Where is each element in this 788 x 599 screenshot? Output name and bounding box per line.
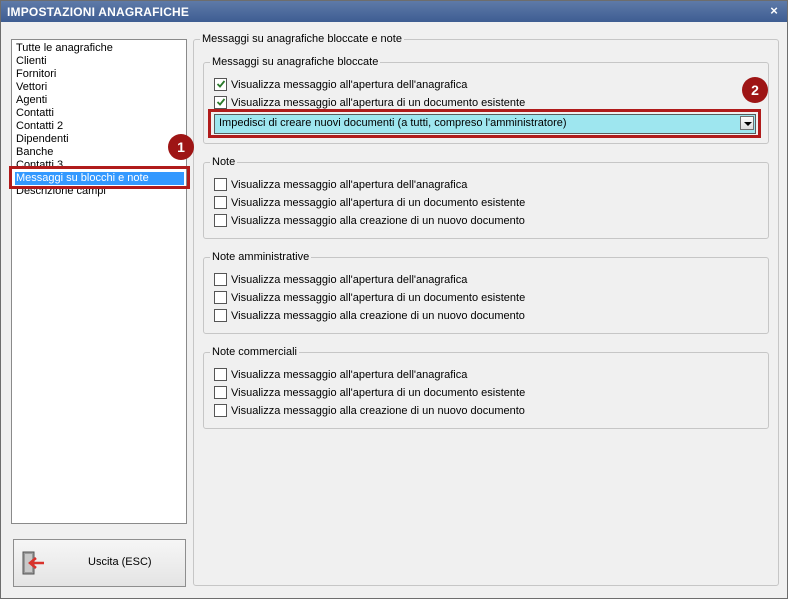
checkbox-box[interactable] [214, 386, 227, 399]
checkbox-label: Visualizza messaggio all'apertura di un … [231, 197, 526, 209]
checkmark-icon [216, 98, 226, 106]
annotation-badge-1: 1 [168, 134, 194, 160]
annotation-highlight-1 [9, 166, 190, 189]
checkbox-label: Visualizza messaggio all'apertura dell'a… [231, 79, 468, 91]
checkbox-box[interactable] [214, 309, 227, 322]
checkbox-label: Visualizza messaggio all'apertura dell'a… [231, 274, 468, 286]
category-list[interactable]: Tutte le anagrafiche Clienti Fornitori V… [11, 39, 187, 524]
commercial-notes-group-title: Note commerciali [210, 345, 299, 359]
note-group-title: Note [210, 155, 238, 169]
exit-button-label: Uscita (ESC) [88, 556, 152, 568]
admin-notes-group-title: Note amministrative [210, 250, 312, 264]
checkbox-label: Visualizza messaggio alla creazione di u… [231, 310, 525, 322]
list-item-banche[interactable]: Banche [16, 146, 53, 159]
list-item-fornitori[interactable]: Fornitori [16, 68, 56, 81]
checkbox-label: Visualizza messaggio all'apertura di un … [231, 97, 526, 109]
checkbox-label: Visualizza messaggio all'apertura dell'a… [231, 179, 468, 191]
checkbox-box[interactable] [214, 96, 227, 109]
checkbox-box[interactable] [214, 214, 227, 227]
checkmark-icon [216, 80, 226, 88]
checkbox-label: Visualizza messaggio alla creazione di u… [231, 405, 525, 417]
list-item-dipendenti[interactable]: Dipendenti [16, 133, 69, 146]
checkbox-box[interactable] [214, 368, 227, 381]
annotation-highlight-2 [208, 109, 761, 138]
list-item-clienti[interactable]: Clienti [16, 55, 47, 68]
exit-door-icon [22, 551, 44, 575]
list-item-contatti-2[interactable]: Contatti 2 [16, 120, 63, 133]
checkbox-box[interactable] [214, 178, 227, 191]
checkbox-label: Visualizza messaggio all'apertura dell'a… [231, 369, 468, 381]
checkbox-box[interactable] [214, 78, 227, 91]
checkbox-box[interactable] [214, 291, 227, 304]
exit-button[interactable]: Uscita (ESC) [13, 539, 186, 587]
list-item-agenti[interactable]: Agenti [16, 94, 47, 107]
messages-group-title: Messaggi su anagrafiche bloccate e note [200, 32, 404, 46]
checkbox-label: Visualizza messaggio all'apertura di un … [231, 292, 526, 304]
checkbox-label: Visualizza messaggio all'apertura di un … [231, 387, 526, 399]
checkbox-box[interactable] [214, 196, 227, 209]
list-item-vettori[interactable]: Vettori [16, 81, 47, 94]
list-item-tutte[interactable]: Tutte le anagrafiche [16, 42, 113, 55]
window-title: IMPOSTAZIONI ANAGRAFICHE [7, 5, 190, 19]
settings-window: IMPOSTAZIONI ANAGRAFICHE × Tutte le anag… [0, 0, 788, 599]
list-item-contatti[interactable]: Contatti [16, 107, 54, 120]
title-bar[interactable]: IMPOSTAZIONI ANAGRAFICHE × [1, 1, 787, 22]
checkbox-box[interactable] [214, 273, 227, 286]
blocked-group-title: Messaggi su anagrafiche bloccate [210, 55, 381, 69]
close-button[interactable]: × [767, 4, 781, 18]
checkbox-label: Visualizza messaggio alla creazione di u… [231, 215, 525, 227]
annotation-badge-2: 2 [742, 77, 768, 103]
checkbox-box[interactable] [214, 404, 227, 417]
